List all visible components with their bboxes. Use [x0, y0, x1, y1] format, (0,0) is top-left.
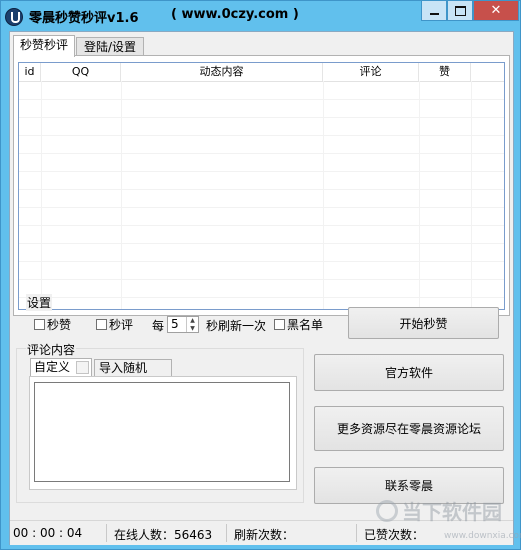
- refresh-count: 刷新次数：: [234, 528, 295, 542]
- liked-count: 已赞次数：: [364, 528, 425, 542]
- stepper-arrows[interactable]: ▲ ▼: [186, 317, 198, 332]
- column-divider: [471, 81, 472, 309]
- column-header-like[interactable]: 赞: [419, 63, 471, 81]
- comment-checkbox-box[interactable]: [96, 319, 107, 330]
- row-divider: [19, 207, 504, 208]
- stepper-down-icon[interactable]: ▼: [187, 325, 198, 333]
- tab-custom[interactable]: 自定义: [30, 358, 92, 376]
- column-header-id[interactable]: id: [19, 63, 41, 81]
- status-divider: [356, 524, 357, 542]
- status-divider: [226, 524, 227, 542]
- tab-like-comment[interactable]: 秒赞秒评: [13, 35, 75, 57]
- forum-button[interactable]: 更多资源尽在零晨资源论坛: [314, 406, 504, 451]
- row-divider: [19, 99, 504, 100]
- minimize-icon: [429, 12, 439, 15]
- watermark-text: 当下软件园: [402, 500, 502, 524]
- blacklist-checkbox[interactable]: 黑名单: [274, 316, 323, 333]
- start-like-button[interactable]: 开始秒赞: [348, 307, 499, 339]
- app-logo-icon: [5, 8, 23, 26]
- watermark: 当下软件园: [376, 496, 502, 525]
- feed-list[interactable]: id QQ 动态内容 评论 赞: [18, 62, 505, 310]
- interval-stepper[interactable]: 5 ▲ ▼: [167, 316, 199, 333]
- column-divider: [323, 81, 324, 309]
- main-window: 零晨秒赞秒评v1.6 ( www.0czy.com ) ✕ 秒赞秒评 登陆/设置…: [0, 0, 521, 550]
- column-divider: [419, 81, 420, 309]
- blacklist-checkbox-label: 黑名单: [287, 318, 324, 332]
- interval-prefix-label: 每: [152, 319, 165, 333]
- title-bar[interactable]: 零晨秒赞秒评v1.6 ( www.0czy.com ) ✕: [1, 1, 520, 31]
- column-header-content[interactable]: 动态内容: [121, 63, 323, 81]
- row-divider: [19, 135, 504, 136]
- comment-group-label: 评论内容: [26, 341, 77, 358]
- row-divider: [19, 243, 504, 244]
- elapsed-timer: 00 : 00 : 04: [13, 526, 83, 540]
- comment-textarea[interactable]: [34, 382, 290, 482]
- column-header-comment[interactable]: 评论: [323, 63, 419, 81]
- column-divider: [41, 81, 42, 309]
- interval-suffix-label: 秒刷新一次: [206, 319, 267, 333]
- close-button[interactable]: ✕: [473, 1, 519, 21]
- minimize-button[interactable]: [421, 1, 447, 21]
- comment-checkbox-label: 秒评: [109, 318, 134, 332]
- blacklist-checkbox-box[interactable]: [274, 319, 285, 330]
- maximize-icon: [454, 5, 466, 16]
- row-divider: [19, 261, 504, 262]
- row-divider: [19, 225, 504, 226]
- settings-group-label: 设置: [26, 294, 53, 311]
- window-title: 零晨秒赞秒评v1.6: [29, 11, 139, 26]
- comment-checkbox[interactable]: 秒评: [96, 316, 133, 333]
- online-count: 在线人数：56463: [114, 528, 213, 542]
- client-area: 秒赞秒评 登陆/设置 id QQ 动态内容 评论 赞 设置 秒赞 秒评 每 5 …: [9, 31, 514, 545]
- tab-panel: id QQ 动态内容 评论 赞: [13, 55, 510, 316]
- like-checkbox-label: 秒赞: [47, 318, 72, 332]
- watermark-logo-icon: [376, 499, 398, 522]
- stepper-up-icon[interactable]: ▲: [187, 317, 198, 325]
- column-header-qq[interactable]: QQ: [41, 63, 121, 81]
- tab-custom-label: 自定义: [34, 360, 71, 374]
- tab-custom-indicator-icon: [76, 361, 90, 374]
- maximize-button[interactable]: [447, 1, 473, 21]
- list-header: id QQ 动态内容 评论 赞: [19, 63, 504, 82]
- row-divider: [19, 153, 504, 154]
- row-divider: [19, 117, 504, 118]
- interval-value[interactable]: 5: [168, 317, 186, 332]
- column-divider: [121, 81, 122, 309]
- tab-login-settings[interactable]: 登陆/设置: [76, 37, 144, 57]
- row-divider: [19, 279, 504, 280]
- like-checkbox[interactable]: 秒赞: [34, 316, 71, 333]
- official-software-button[interactable]: 官方软件: [314, 354, 504, 391]
- row-divider: [19, 171, 504, 172]
- row-divider: [19, 189, 504, 190]
- status-divider: [106, 524, 107, 542]
- window-title-url: ( www.0czy.com ): [171, 7, 299, 22]
- like-checkbox-box[interactable]: [34, 319, 45, 330]
- watermark-url: www.downxia.com: [444, 531, 521, 541]
- close-icon: ✕: [490, 3, 502, 18]
- tab-import-random[interactable]: 导入随机: [94, 359, 172, 377]
